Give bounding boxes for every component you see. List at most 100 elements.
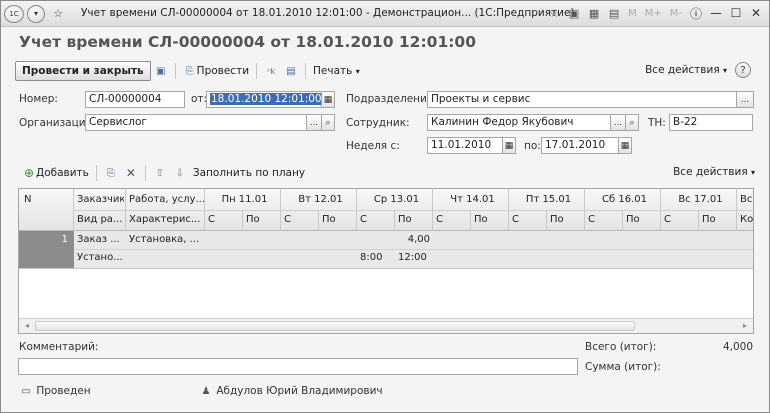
save-button[interactable]: ▣ [151, 61, 171, 81]
organization-field[interactable]: Сервислог [85, 114, 307, 131]
date-field[interactable]: 18.01.2010 12:01:00 [206, 91, 322, 108]
copy-icon: ⎘ [106, 167, 115, 179]
menu-dropdown-icon[interactable]: ▾ [27, 4, 45, 23]
division-field[interactable]: Проекты и сервис [427, 91, 737, 108]
comment-label: Комментарий: [19, 341, 99, 353]
memory-button[interactable]: M [625, 8, 640, 19]
delete-row-button[interactable]: ✕ [121, 163, 141, 183]
column-header-sat[interactable]: Сб 16.01 [585, 190, 661, 210]
column-header-thu[interactable]: Чт 14.01 [433, 190, 509, 210]
column-header-wed[interactable]: Ср 13.01 [357, 190, 433, 210]
sum-label: Сумма (итог): [585, 361, 661, 373]
calendar-icon[interactable]: ▦ [618, 137, 632, 154]
column-header-tue[interactable]: Вт 12.01 [281, 190, 357, 210]
row-kind[interactable]: Устано... [74, 249, 124, 269]
column-header-all[interactable]: Все [737, 190, 753, 210]
column-header-wed-from[interactable]: С [357, 210, 395, 230]
column-header-fri-from[interactable]: С [509, 210, 547, 230]
form-title: Учет времени СЛ-00000004 от 18.01.2010 1… [19, 33, 476, 51]
copy-icon[interactable]: ▣ [565, 4, 583, 22]
search-icon[interactable]: ⌕ [321, 114, 335, 131]
favorites-icon[interactable]: ☆ [545, 4, 563, 22]
column-header-characteristic[interactable]: Характерис... [126, 210, 204, 230]
status-indicator: ▭ Проведен [19, 384, 90, 398]
number-field[interactable]: СЛ-00000004 [85, 91, 185, 108]
spelling-button[interactable]: ᴬk [261, 61, 281, 81]
column-header-mon-from[interactable]: С [205, 210, 243, 230]
toolbar-separator [144, 165, 146, 181]
app-logo-icon[interactable]: 1С [4, 4, 24, 23]
number-label: Номер: [19, 93, 58, 105]
calendar-icon[interactable]: ▦ [502, 137, 516, 154]
table-all-actions-menu[interactable]: Все действия ▾ [673, 166, 755, 178]
fill-by-plan-button[interactable]: Заполнить по плану [190, 163, 308, 183]
column-header-fri[interactable]: Пт 15.01 [509, 190, 585, 210]
toolbar-separator [256, 63, 258, 79]
help-button[interactable]: ? [735, 62, 751, 78]
column-header-n[interactable]: N [21, 190, 71, 210]
maximize-icon[interactable]: ☐ [727, 4, 745, 22]
document-button[interactable]: ▤ [281, 61, 301, 81]
select-ellipsis-icon[interactable]: ... [736, 91, 754, 108]
close-icon[interactable]: ✕ [747, 4, 765, 22]
back-icon[interactable]: ☆ [49, 5, 67, 23]
all-actions-menu[interactable]: Все действия ▾ [645, 64, 727, 76]
info-icon[interactable]: ⓘ [687, 4, 705, 22]
calendar-icon[interactable]: ▤ [605, 4, 623, 22]
employee-label: Сотрудник: [346, 117, 410, 129]
row-customer[interactable]: Заказ ... [74, 231, 124, 251]
week-from-field[interactable]: 11.01.2010 [427, 137, 503, 154]
row-wed-from[interactable]: 8:00 [357, 249, 395, 269]
memory-minus-button[interactable]: M- [667, 8, 685, 19]
column-header-mon-to[interactable]: По [243, 210, 281, 230]
row-wed-to[interactable]: 12:00 [395, 249, 433, 269]
calendar-icon[interactable]: ▦ [321, 91, 335, 108]
horizontal-scrollbar[interactable]: ◂ ▸ [19, 318, 753, 333]
column-header-sun-to[interactable]: По [699, 210, 737, 230]
comment-input[interactable] [18, 358, 578, 375]
column-header-fri-to[interactable]: По [547, 210, 585, 230]
memory-plus-button[interactable]: M+ [642, 8, 665, 19]
scroll-left-icon[interactable]: ◂ [20, 320, 34, 332]
column-header-sun[interactable]: Вс 17.01 [661, 190, 737, 210]
scrollbar-thumb[interactable] [35, 321, 635, 331]
column-header-sat-to[interactable]: По [623, 210, 661, 230]
column-header-thu-from[interactable]: С [433, 210, 471, 230]
document-icon: ▤ [286, 65, 296, 77]
week-from-label: Неделя с: [346, 140, 400, 152]
tn-field[interactable]: В-22 [669, 114, 753, 131]
total-label: Всего (итог): [585, 341, 657, 353]
column-header-sun-from[interactable]: С [661, 210, 699, 230]
copy-row-button[interactable]: ⎘ [101, 163, 121, 183]
division-label: Подразделение: [346, 93, 437, 105]
column-header-mon[interactable]: Пн 11.01 [205, 190, 281, 210]
column-header-comment[interactable]: Ком [737, 210, 753, 230]
add-button[interactable]: ⊕ Добавить [19, 163, 92, 183]
search-icon[interactable]: ⌕ [625, 114, 639, 131]
column-header-customer[interactable]: Заказчик [74, 190, 124, 210]
column-header-kind[interactable]: Вид ра... [74, 210, 124, 230]
organization-label: Организация: [19, 117, 96, 129]
move-up-button[interactable]: ⇧ [150, 163, 170, 183]
calculator-icon[interactable]: ▦ [585, 4, 603, 22]
column-header-sat-from[interactable]: С [585, 210, 623, 230]
column-header-thu-to[interactable]: По [471, 210, 509, 230]
select-ellipsis-icon[interactable]: ... [306, 114, 322, 131]
move-down-button[interactable]: ⇩ [170, 163, 190, 183]
row-work[interactable]: Установка, ... [126, 231, 204, 251]
select-ellipsis-icon[interactable]: ... [610, 114, 626, 131]
column-header-tue-to[interactable]: По [319, 210, 357, 230]
scroll-right-icon[interactable]: ▸ [738, 320, 752, 332]
post-button[interactable]: ⎘ Провести [180, 61, 252, 81]
column-header-work[interactable]: Работа, услу... [126, 190, 204, 210]
spelling-icon: ᴬk [266, 66, 276, 76]
time-table[interactable]: N Заказчик Работа, услу... Пн 11.01 Вт 1… [18, 188, 754, 334]
employee-field[interactable]: Калинин Федор Якубович [427, 114, 611, 131]
row-wed-total[interactable]: 4,00 [357, 231, 433, 251]
print-button[interactable]: Печать ▾ [310, 61, 363, 81]
week-to-field[interactable]: 17.01.2010 [541, 137, 619, 154]
column-header-tue-from[interactable]: С [281, 210, 319, 230]
post-and-close-button[interactable]: Провести и закрыть [15, 61, 151, 81]
column-header-wed-to[interactable]: По [395, 210, 433, 230]
minimize-icon[interactable]: — [707, 4, 725, 22]
